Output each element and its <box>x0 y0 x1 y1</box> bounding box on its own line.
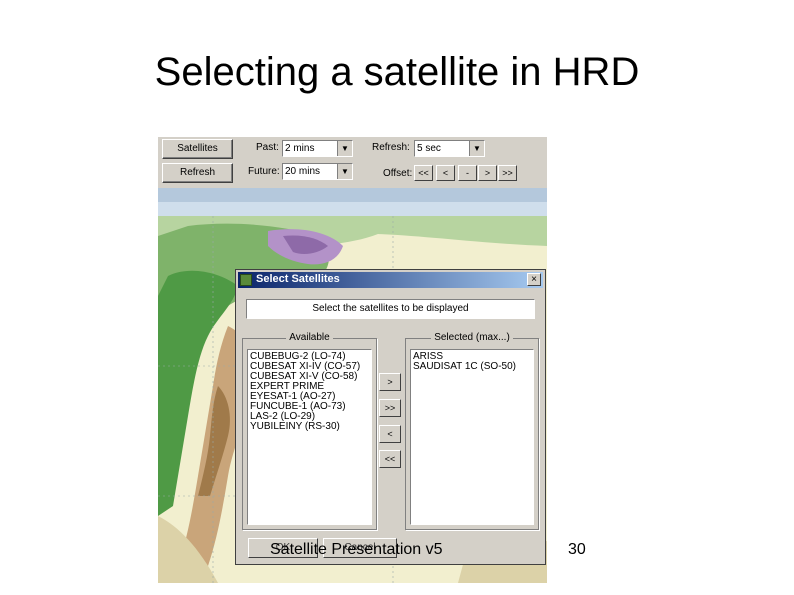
future-label: Future: <box>248 166 280 177</box>
chevron-down-icon[interactable]: ▼ <box>337 164 352 179</box>
available-group: Available CUBEBUG-2 (LO-74) CUBESAT XI-I… <box>242 332 377 530</box>
select-satellites-dialog: Select Satellites × Select the satellite… <box>235 269 546 565</box>
offset-forward-far-button[interactable]: >> <box>498 165 517 181</box>
past-value: 2 mins <box>285 143 315 154</box>
chevron-down-icon[interactable]: ▼ <box>469 141 484 156</box>
selected-list[interactable]: ARISS SAUDISAT 1C (SO-50) <box>410 349 534 525</box>
selected-label: Selected (max...) <box>406 332 538 343</box>
offset-back-far-button[interactable]: << <box>414 165 433 181</box>
available-list[interactable]: CUBEBUG-2 (LO-74) CUBESAT XI-IV (CO-57) … <box>247 349 372 525</box>
offset-label: Offset: <box>383 168 413 179</box>
add-button[interactable]: > <box>379 373 401 391</box>
refresh-rate-label: Refresh: <box>372 142 410 153</box>
future-combo[interactable]: 20 mins ▼ <box>282 163 353 180</box>
hrd-screenshot: Satellites Refresh Past: 2 mins ▼ Future… <box>158 137 547 583</box>
map-header-band-light <box>158 202 547 216</box>
remove-all-button[interactable]: << <box>379 450 401 468</box>
available-label: Available <box>243 332 376 343</box>
offset-back-button[interactable]: < <box>436 165 455 181</box>
satellites-button[interactable]: Satellites <box>162 139 233 159</box>
offset-forward-button[interactable]: > <box>478 165 497 181</box>
add-all-button[interactable]: >> <box>379 399 401 417</box>
past-combo[interactable]: 2 mins ▼ <box>282 140 353 157</box>
dialog-title: Select Satellites <box>256 273 340 285</box>
remove-button[interactable]: < <box>379 425 401 443</box>
refresh-rate-combo[interactable]: 5 sec ▼ <box>414 140 485 157</box>
satellite-toolbar: Satellites Refresh Past: 2 mins ▼ Future… <box>158 137 547 188</box>
slide-page-number: 30 <box>568 541 586 558</box>
past-label: Past: <box>256 142 279 153</box>
future-value: 20 mins <box>285 166 321 177</box>
chevron-down-icon[interactable]: ▼ <box>337 141 352 156</box>
slide-title: Selecting a satellite in HRD <box>154 50 640 94</box>
slide-footer: Satellite Presentation v5 <box>270 541 443 558</box>
list-item[interactable]: YUBILEINY (RS-30) <box>250 422 369 432</box>
app-icon <box>240 274 252 286</box>
refresh-button[interactable]: Refresh <box>162 163 233 183</box>
list-item[interactable]: SAUDISAT 1C (SO-50) <box>413 362 531 372</box>
map-header-band <box>158 188 547 202</box>
dialog-message: Select the satellites to be displayed <box>246 299 535 319</box>
refresh-rate-value: 5 sec <box>417 143 441 154</box>
close-icon[interactable]: × <box>527 273 541 286</box>
offset-reset-button[interactable]: - <box>458 165 477 181</box>
dialog-titlebar[interactable]: Select Satellites × <box>238 272 543 288</box>
selected-group: Selected (max...) ARISS SAUDISAT 1C (SO-… <box>405 332 539 530</box>
